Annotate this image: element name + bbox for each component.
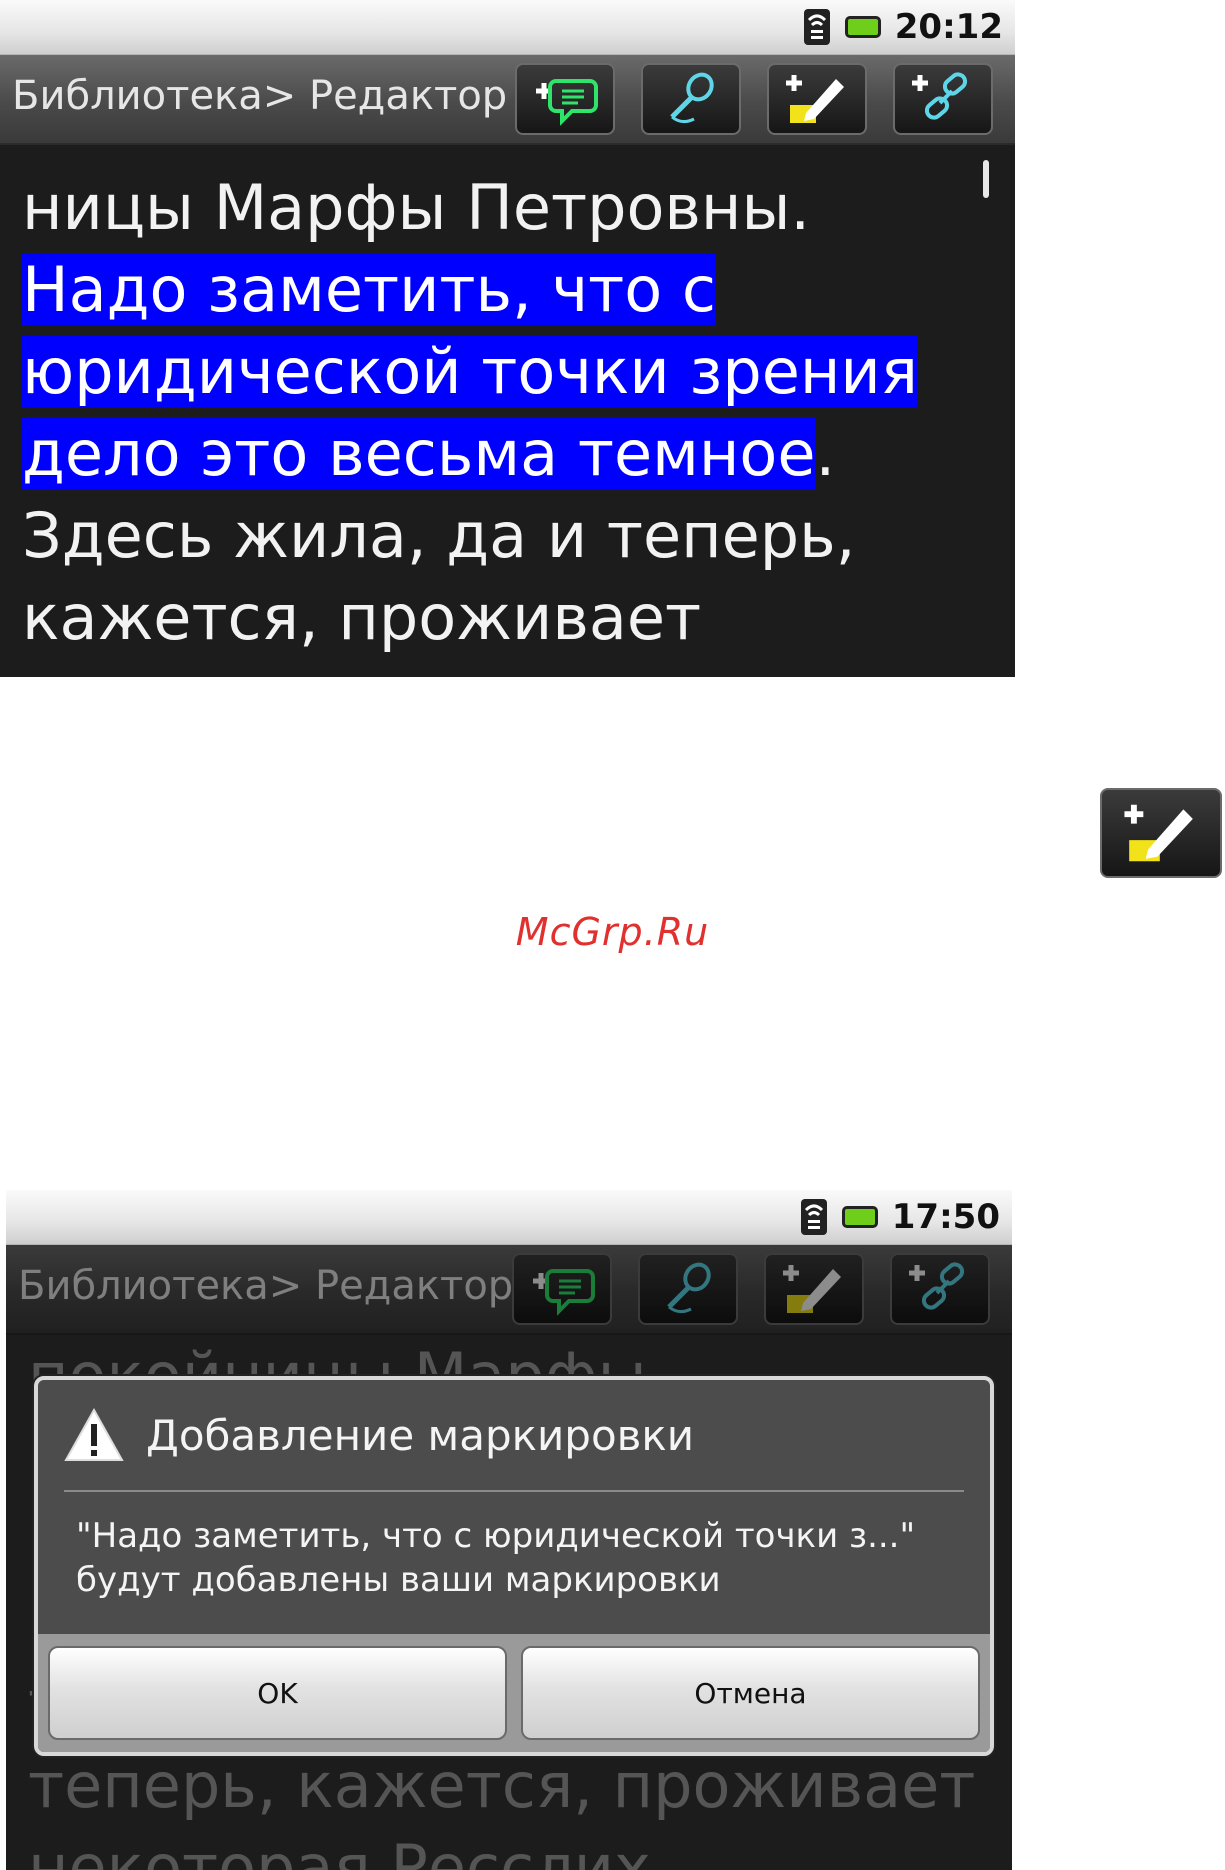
- status-time: 17:50: [891, 1197, 1000, 1237]
- add-comment-icon: [536, 79, 598, 126]
- book-text[interactable]: ницы Марфы Петровны. Надо заметить, что с…: [0, 145, 1015, 677]
- status-time: 20:12: [894, 7, 1003, 47]
- highlight-tool-icon: [1100, 788, 1222, 878]
- scrollbar[interactable]: [983, 160, 989, 198]
- add-comment-button[interactable]: [515, 63, 615, 135]
- text-line[interactable]: дело это весьма темное.: [22, 413, 993, 495]
- add-link-icon: [912, 72, 968, 120]
- dialog-message: "Надо заметить, что с юридической точки …: [38, 1492, 990, 1624]
- microphone-icon: [670, 72, 714, 124]
- ok-button[interactable]: OK: [48, 1646, 507, 1740]
- add-link-button: [890, 1253, 990, 1325]
- title-bar: Библиотека> Редактор гис: [0, 55, 1015, 145]
- dialog-button-bar: OK Отмена: [38, 1634, 990, 1752]
- text-line[interactable]: Надо заметить, что с: [22, 249, 993, 331]
- warning-icon: [64, 1408, 124, 1461]
- text-line[interactable]: Здесь жила, да и теперь,: [22, 495, 993, 577]
- highlighted-text[interactable]: юридической точки зрения: [22, 335, 918, 408]
- dialog-message-quote: "Надо заметить, что с юридической точки …: [76, 1516, 916, 1556]
- status-bar: 20:12: [0, 0, 1015, 55]
- add-highlight-icon: [786, 75, 844, 123]
- add-highlight-icon: [783, 1265, 841, 1313]
- battery-icon: [841, 1206, 878, 1228]
- reader-screen-highlight: 20:12 Библиотека> Редактор гис: [0, 0, 1015, 677]
- add-highlight-button[interactable]: [767, 63, 867, 135]
- add-highlight-button: [764, 1253, 864, 1325]
- add-highlight-icon: [1124, 804, 1193, 862]
- plain-text[interactable]: Здесь жила, да и теперь,: [22, 499, 855, 572]
- add-comment-icon: [533, 1269, 595, 1316]
- text-line[interactable]: ницы Марфы Петровны.: [22, 167, 993, 249]
- plain-text[interactable]: кажется, проживает: [22, 581, 701, 654]
- add-link-icon: [909, 1262, 965, 1310]
- watermark: McGrp.Ru: [515, 910, 710, 954]
- signal-icon: [800, 1199, 827, 1235]
- voice-note-button: [638, 1253, 738, 1325]
- text-line[interactable]: юридической точки зрения: [22, 331, 993, 413]
- highlighted-text[interactable]: дело это весьма темное: [22, 417, 816, 490]
- plain-text[interactable]: .: [816, 417, 836, 490]
- dialog-title: Добавление маркировки: [146, 1410, 695, 1460]
- reader-screen-dialog: 17:50 Библиотека> Редактор гис: [6, 1190, 1012, 1870]
- status-bar: 17:50: [6, 1190, 1012, 1245]
- title-bar: Библиотека> Редактор гис: [6, 1245, 1012, 1335]
- highlighted-text[interactable]: Надо заметить, что с: [22, 253, 716, 326]
- text-line-dimmed: теперь, кажется, проживает: [28, 1749, 976, 1822]
- text-line[interactable]: кажется, проживает: [22, 577, 993, 659]
- cancel-button[interactable]: Отмена: [521, 1646, 980, 1740]
- signal-icon: [803, 9, 830, 45]
- text-line-dimmed: некоторая Ресслих: [28, 1831, 651, 1870]
- add-comment-button: [512, 1253, 612, 1325]
- dialog-message-text: будут добавлены ваши маркировки: [76, 1560, 721, 1600]
- add-marking-dialog: Добавление маркировки "Надо заметить, чт…: [34, 1376, 994, 1756]
- voice-note-button[interactable]: [641, 63, 741, 135]
- plain-text[interactable]: ницы Марфы Петровны.: [22, 171, 810, 244]
- microphone-icon: [667, 1262, 711, 1314]
- battery-icon: [844, 16, 881, 38]
- add-link-button[interactable]: [893, 63, 993, 135]
